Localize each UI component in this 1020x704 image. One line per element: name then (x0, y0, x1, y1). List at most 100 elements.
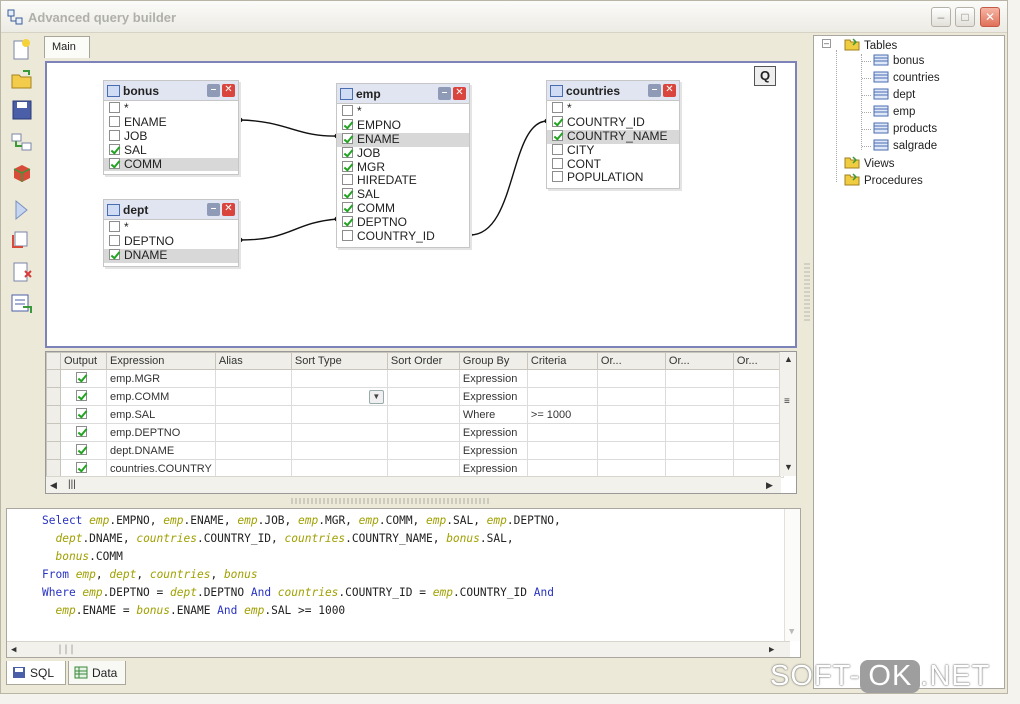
output-cell[interactable] (60, 423, 107, 442)
grid-cell-criteria[interactable] (526, 369, 598, 388)
grid-cell-group-by[interactable]: Expression (458, 387, 528, 406)
output-cell[interactable] (60, 459, 107, 478)
row-selector[interactable] (46, 369, 61, 388)
run-icon[interactable] (9, 197, 35, 223)
grid-column-header[interactable]: Expression (106, 352, 216, 370)
field-checkbox[interactable] (342, 202, 353, 214)
grid-column-header[interactable]: Output (60, 352, 107, 370)
field-row[interactable]: JOB (337, 146, 469, 161)
maximize-button[interactable]: □ (955, 7, 975, 27)
field-checkbox[interactable] (109, 221, 120, 232)
field-checkbox[interactable] (552, 102, 563, 113)
minimize-table-icon[interactable]: – (438, 87, 451, 100)
field-row[interactable]: COUNTRY_ID (337, 229, 469, 244)
grid-cell-sort-order[interactable] (386, 369, 460, 388)
field-row[interactable]: * (547, 101, 679, 116)
grid-cell-sort-type[interactable] (290, 369, 388, 388)
table-box-3[interactable]: countries – ✕ * COUNTRY_ID COUNTRY_NAME CITY CO… (546, 80, 680, 190)
field-checkbox[interactable] (552, 129, 563, 141)
grid-cell-expression[interactable]: dept.DNAME (106, 441, 216, 460)
grid-cell-expression[interactable]: emp.MGR (106, 369, 216, 388)
table-row[interactable]: emp.SAL Where >= 1000 (46, 405, 784, 424)
field-checkbox[interactable] (342, 174, 353, 186)
copy-icon[interactable] (9, 225, 35, 251)
field-checkbox[interactable] (109, 102, 120, 113)
field-checkbox[interactable] (342, 160, 353, 172)
field-checkbox[interactable] (342, 118, 353, 130)
field-checkbox[interactable] (342, 230, 353, 242)
table-box-2[interactable]: emp – ✕ * EMPNO ENAME JOB MGR HIREDATE SAL COMM DEP… (336, 83, 470, 248)
grid-column-header[interactable]: Sort Order (386, 352, 460, 370)
grid-cell-criteria[interactable] (526, 441, 598, 460)
grid-vertical-scrollbar[interactable]: ▲ ≡ ▼ (779, 352, 796, 476)
output-checkbox[interactable] (76, 462, 87, 473)
scroll-down-icon[interactable]: ▼ (789, 627, 794, 637)
grid-cell-sort-type[interactable] (290, 441, 388, 460)
output-checkbox[interactable] (76, 426, 87, 437)
output-checkbox[interactable] (76, 408, 87, 419)
grid-cell-group-by[interactable]: Expression (458, 369, 528, 388)
add-table-icon[interactable] (9, 129, 35, 155)
minimize-table-icon[interactable]: – (648, 84, 661, 97)
collapse-icon[interactable]: – (822, 39, 831, 48)
grid-cell-sort-order[interactable] (386, 387, 460, 406)
table-box-header[interactable]: emp – ✕ (337, 84, 469, 104)
vertical-splitter[interactable] (804, 263, 810, 323)
field-row[interactable]: DEPTNO (337, 215, 469, 230)
field-row[interactable]: HIREDATE (337, 174, 469, 188)
chevron-down-icon[interactable]: ▼ (368, 389, 384, 404)
tab-main[interactable]: Main (44, 36, 90, 58)
table-box-1[interactable]: dept – ✕ * DEPTNO DNAME (103, 199, 239, 267)
tree-node-table[interactable]: countries (873, 71, 940, 84)
grid-cell-alias[interactable] (214, 405, 292, 424)
grid-column-header[interactable]: Alias (214, 352, 292, 370)
scroll-left-icon[interactable]: ◀ (11, 645, 16, 655)
scroll-right-icon[interactable]: ▶ (766, 480, 773, 491)
grid-cell-or[interactable] (664, 441, 734, 460)
field-row[interactable]: COMM (337, 201, 469, 216)
table-box-header[interactable]: bonus – ✕ (104, 81, 238, 101)
field-row[interactable]: DEPTNO (104, 234, 238, 249)
grid-cell-group-by[interactable]: Expression (458, 459, 528, 478)
horizontal-splitter[interactable] (291, 498, 491, 504)
grid-cell-alias[interactable] (214, 459, 292, 478)
grid-cell-criteria[interactable] (526, 423, 598, 442)
grid-cell-alias[interactable] (214, 441, 292, 460)
save-icon[interactable] (9, 97, 35, 123)
field-row[interactable]: ENAME (337, 132, 469, 147)
sql-editor[interactable]: ▼ ◀ ||| ▶ Select emp.EMPNO, emp.ENAME, e… (6, 508, 801, 658)
grid-column-header[interactable]: Criteria (526, 352, 598, 370)
table-row[interactable]: countries.COUNTRY Expression (46, 459, 784, 478)
minimize-table-icon[interactable]: – (207, 84, 220, 97)
grid-cell-criteria[interactable]: >= 1000 (526, 405, 598, 424)
scroll-right-icon[interactable]: ▶ (769, 645, 774, 655)
grid-cell-expression[interactable]: countries.COUNTRY (106, 459, 216, 478)
new-query-icon[interactable] (9, 37, 35, 63)
grid-cell-sort-type[interactable] (290, 423, 388, 442)
output-checkbox[interactable] (76, 444, 87, 455)
row-selector[interactable] (46, 387, 61, 406)
tab-sql[interactable]: SQL (6, 661, 66, 685)
field-row[interactable]: * (337, 104, 469, 119)
open-folder-icon[interactable] (9, 67, 35, 93)
field-checkbox[interactable] (109, 143, 120, 155)
field-checkbox[interactable] (552, 143, 563, 155)
sql-vertical-scrollbar[interactable]: ▼ (784, 509, 800, 641)
grid-cell-alias[interactable] (214, 369, 292, 388)
tree-node-table[interactable]: dept (873, 88, 915, 101)
field-row[interactable]: DNAME (104, 248, 238, 263)
field-row[interactable]: COUNTRY_NAME (547, 129, 679, 144)
remove-table-icon[interactable]: ✕ (663, 84, 676, 97)
tree-node-table[interactable]: bonus (873, 54, 924, 67)
grid-cell-sort-order[interactable] (386, 459, 460, 478)
output-cell[interactable] (60, 405, 107, 424)
field-row[interactable]: POPULATION (547, 171, 679, 185)
grid-cell-criteria[interactable] (526, 459, 598, 478)
grid-cell-or[interactable] (664, 459, 734, 478)
minimize-button[interactable]: – (931, 7, 951, 27)
scroll-thumb-icon[interactable]: ||| (57, 644, 75, 655)
grid-cell-expression[interactable]: emp.DEPTNO (106, 423, 216, 442)
output-cell[interactable] (60, 441, 107, 460)
grid-cell-or[interactable] (596, 405, 666, 424)
query-grid[interactable]: Output Expression Alias Sort Type Sort Order… (45, 351, 797, 494)
